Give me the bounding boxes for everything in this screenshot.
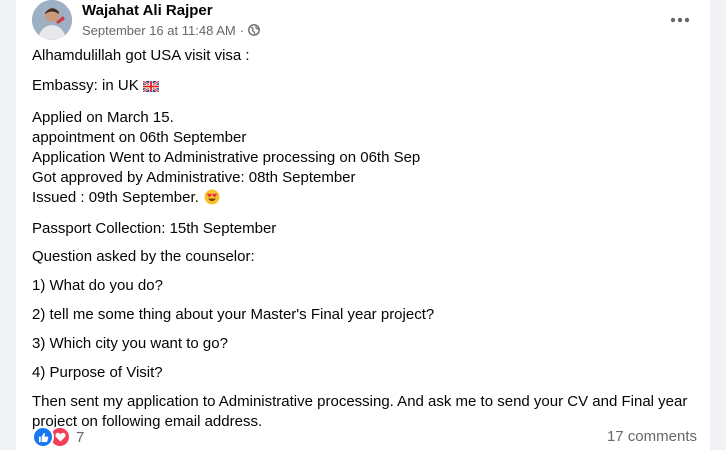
comments-link[interactable]: 17 comments: [607, 428, 697, 445]
post-line: 4) Purpose of Visit?: [32, 364, 163, 381]
post-line: Applied on March 15.: [32, 109, 174, 126]
post-line: Issued : 09th September.: [32, 189, 199, 206]
uk-flag-icon: [142, 78, 160, 98]
more-options-icon: [670, 17, 690, 23]
post-line: Passport Collection: 15th September: [32, 220, 277, 237]
author-name[interactable]: Wajahat Ali Rajper: [82, 1, 213, 21]
avatar[interactable]: [32, 0, 72, 40]
post-line: Application Went to Administrative proce…: [32, 149, 421, 166]
post-line: 1) What do you do?: [32, 277, 163, 294]
post-line: Embassy: in UK: [32, 77, 139, 94]
post-timestamp[interactable]: September 16 at 11:48 AM: [82, 23, 236, 38]
reaction-count: 7: [76, 428, 85, 446]
post-line: Alhamdulillah got USA visit visa :: [32, 47, 250, 64]
post-line: Question asked by the counselor:: [32, 248, 255, 265]
post-text: Alhamdulillah got USA visit visa : Embas…: [32, 46, 692, 432]
post-line-embassy: Embassy: in UK: [32, 76, 692, 98]
profile-photo: [32, 0, 72, 40]
like-icon: [32, 426, 54, 448]
heart-eyes-emoji-icon: [204, 189, 220, 211]
post-footer: 7 17 comments: [32, 426, 697, 448]
post-line: 3) Which city you want to go?: [32, 335, 228, 352]
post-line: Got approved by Administrative: 08th Sep…: [32, 169, 356, 186]
post-line-issued: Issued : 09th September.: [32, 188, 692, 211]
post-line: appointment on 06th September: [32, 129, 247, 146]
more-options-button[interactable]: [666, 6, 694, 34]
reactions-summary[interactable]: 7: [32, 426, 84, 448]
globe-icon: [248, 24, 260, 36]
post-line: 2) tell me some thing about your Master'…: [32, 306, 435, 323]
post-meta: September 16 at 11:48 AM ·: [82, 21, 260, 39]
post-card: Wajahat Ali Rajper September 16 at 11:48…: [16, 0, 710, 450]
meta-separator: ·: [239, 22, 245, 38]
